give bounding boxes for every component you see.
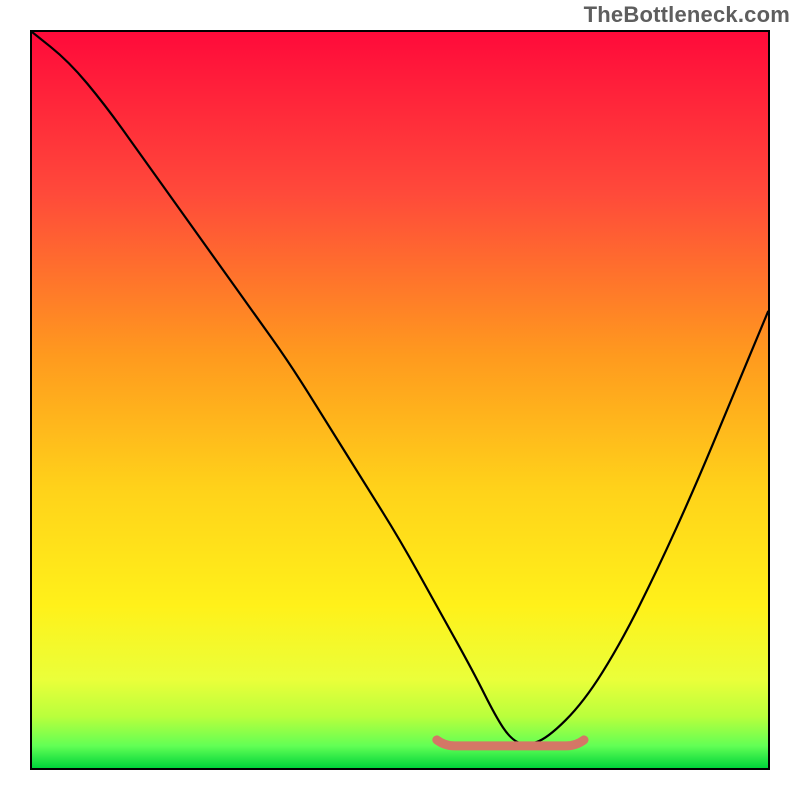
- plot-frame: [30, 30, 770, 770]
- optimal-range-marker: [32, 32, 768, 768]
- chart-container: TheBottleneck.com: [0, 0, 800, 800]
- watermark-text: TheBottleneck.com: [584, 2, 790, 28]
- plot-area: [32, 32, 768, 768]
